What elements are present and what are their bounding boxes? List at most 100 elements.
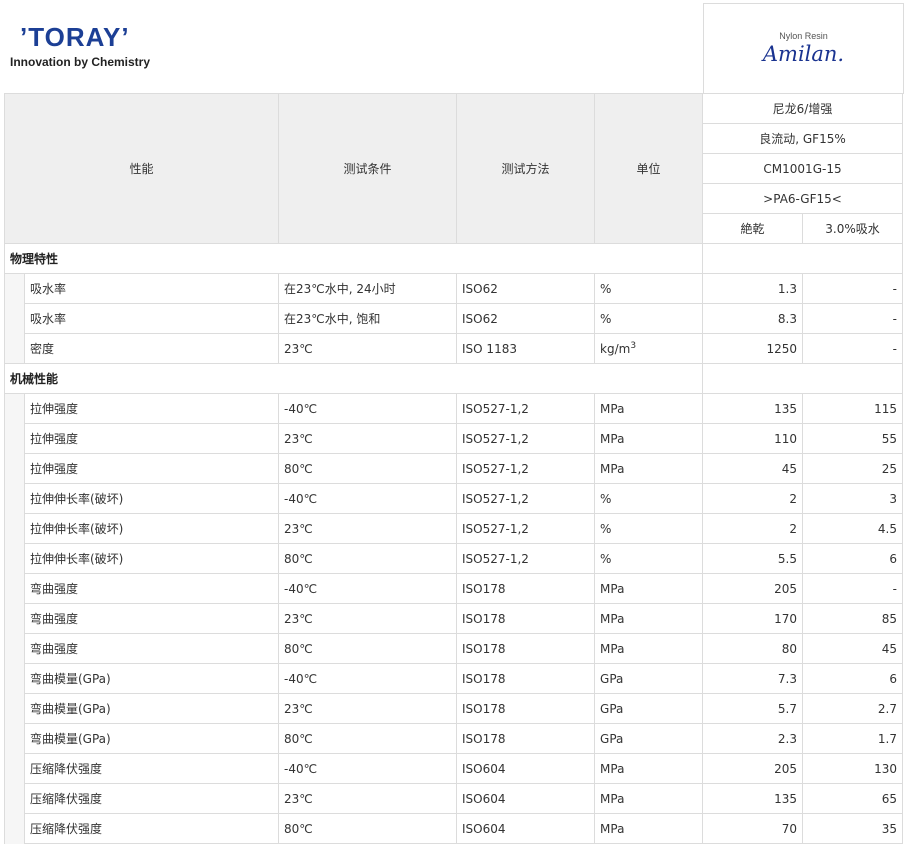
method-cell: ISO527-1,2: [456, 393, 596, 424]
unit-cell: MPa: [594, 573, 704, 604]
row-indent: [4, 663, 25, 694]
method-cell: ISO62: [456, 303, 596, 334]
wet-value-cell: 45: [802, 633, 904, 664]
unit-text: %: [600, 491, 612, 506]
property-cell: 吸水率: [23, 273, 280, 304]
wet-value-cell: 1.7: [802, 723, 904, 754]
unit-cell: %: [594, 513, 704, 544]
material-line: 尼龙6/增强: [702, 93, 904, 124]
wet-value-cell: -: [802, 333, 904, 364]
condition-cell: -40℃: [278, 663, 458, 694]
condition-cell: 80℃: [278, 723, 458, 754]
method-cell: ISO178: [456, 633, 596, 664]
unit-cell: MPa: [594, 753, 704, 784]
state-dry-label: 絶乾: [702, 213, 804, 244]
unit-cell: %: [594, 303, 704, 334]
wet-value-cell: 6: [802, 663, 904, 694]
row-indent: [4, 333, 25, 364]
unit-cell: %: [594, 273, 704, 304]
dry-value-cell: 205: [702, 753, 804, 784]
unit-text: kg/m: [600, 342, 631, 356]
table-row: 弯曲强度 80℃ ISO178 MPa 80 45: [4, 633, 904, 664]
dry-value-cell: 8.3: [702, 303, 804, 334]
section-title: 机械性能: [3, 363, 704, 394]
condition-cell: 在23℃水中, 24小时: [278, 273, 458, 304]
unit-text: MPa: [600, 821, 625, 836]
unit-text: MPa: [600, 791, 625, 806]
method-cell: ISO 1183: [456, 333, 596, 364]
method-cell: ISO527-1,2: [456, 483, 596, 514]
method-cell: ISO527-1,2: [456, 543, 596, 574]
table-row: 压缩降伏强度 23℃ ISO604 MPa 135 65: [4, 783, 904, 814]
wet-value-cell: -: [802, 573, 904, 604]
condition-cell: 23℃: [278, 333, 458, 364]
unit-text: MPa: [600, 431, 625, 446]
material-line: >PA6-GF15<: [702, 183, 904, 214]
wet-value-cell: 115: [802, 393, 904, 424]
property-cell: 弯曲强度: [23, 573, 280, 604]
header-property: 性能: [3, 93, 280, 244]
property-cell: 拉伸强度: [23, 393, 280, 424]
properties-table: 性能 测试条件 测试方法 单位 尼龙6/增强 良流动, GF15% CM1001…: [3, 93, 904, 844]
unit-cell: %: [594, 483, 704, 514]
dry-value-cell: 1250: [702, 333, 804, 364]
table-row: 弯曲强度 23℃ ISO178 MPa 170 85: [4, 603, 904, 634]
header-method: 测试方法: [456, 93, 596, 244]
section-row: 机械性能: [3, 363, 904, 394]
product-subtitle: Nylon Resin: [779, 31, 828, 41]
row-indent: [4, 273, 25, 304]
wet-value-cell: 2.7: [802, 693, 904, 724]
unit-text: %: [600, 281, 612, 296]
material-line: CM1001G-15: [702, 153, 904, 184]
property-cell: 拉伸强度: [23, 423, 280, 454]
wet-value-cell: 55: [802, 423, 904, 454]
header-unit: 单位: [594, 93, 704, 244]
table-row: 弯曲模量(GPa) 80℃ ISO178 GPa 2.3 1.7: [4, 723, 904, 754]
unit-cell: MPa: [594, 453, 704, 484]
condition-cell: 80℃: [278, 543, 458, 574]
unit-cell: GPa: [594, 693, 704, 724]
property-cell: 弯曲模量(GPa): [23, 693, 280, 724]
property-cell: 弯曲模量(GPa): [23, 723, 280, 754]
table-row: 压缩降伏强度 80℃ ISO604 MPa 70 35: [4, 813, 904, 844]
unit-text: MPa: [600, 641, 625, 656]
condition-cell: 23℃: [278, 423, 458, 454]
table-row: 拉伸强度 -40℃ ISO527-1,2 MPa 135 115: [4, 393, 904, 424]
product-brand-box: Nylon Resin Amilan.: [703, 3, 904, 94]
amilan-logo: Amilan.: [762, 42, 845, 66]
wet-value-cell: 85: [802, 603, 904, 634]
table-row: 压缩降伏强度 -40℃ ISO604 MPa 205 130: [4, 753, 904, 784]
table-row: 拉伸伸长率(破坏) 80℃ ISO527-1,2% 5.5 6: [4, 543, 904, 574]
method-cell: ISO604: [456, 753, 596, 784]
wet-value-cell: 3: [802, 483, 904, 514]
row-indent: [4, 633, 25, 664]
dry-value-cell: 5.7: [702, 693, 804, 724]
row-indent: [4, 693, 25, 724]
row-indent: [4, 813, 25, 844]
unit-cell: MPa: [594, 813, 704, 844]
property-cell: 吸水率: [23, 303, 280, 334]
toray-tagline: Innovation by Chemistry: [10, 55, 151, 69]
property-cell: 弯曲强度: [23, 633, 280, 664]
table-row: 拉伸强度 80℃ ISO527-1,2 MPa 45 25: [4, 453, 904, 484]
method-cell: ISO178: [456, 573, 596, 604]
wet-value-cell: 130: [802, 753, 904, 784]
unit-cell: %: [594, 543, 704, 574]
property-cell: 弯曲模量(GPa): [23, 663, 280, 694]
row-indent: [4, 543, 25, 574]
header-row: 性能 测试条件 测试方法 单位 尼龙6/增强: [3, 93, 904, 244]
method-cell: ISO527-1,2: [456, 513, 596, 544]
row-indent: [4, 423, 25, 454]
method-cell: ISO62: [456, 273, 596, 304]
state-wet-label: 3.0%吸水: [802, 213, 904, 244]
row-indent: [4, 393, 25, 424]
header-condition: 测试条件: [278, 93, 458, 244]
unit-text: %: [600, 521, 612, 536]
property-cell: 拉伸伸长率(破坏): [23, 513, 280, 544]
property-cell: 拉伸伸长率(破坏): [23, 543, 280, 574]
condition-cell: -40℃: [278, 483, 458, 514]
table-row: 吸水率 在23℃水中, 饱和 ISO62% 8.3-: [4, 303, 904, 334]
wet-value-cell: 6: [802, 543, 904, 574]
condition-cell: -40℃: [278, 573, 458, 604]
unit-cell: MPa: [594, 633, 704, 664]
